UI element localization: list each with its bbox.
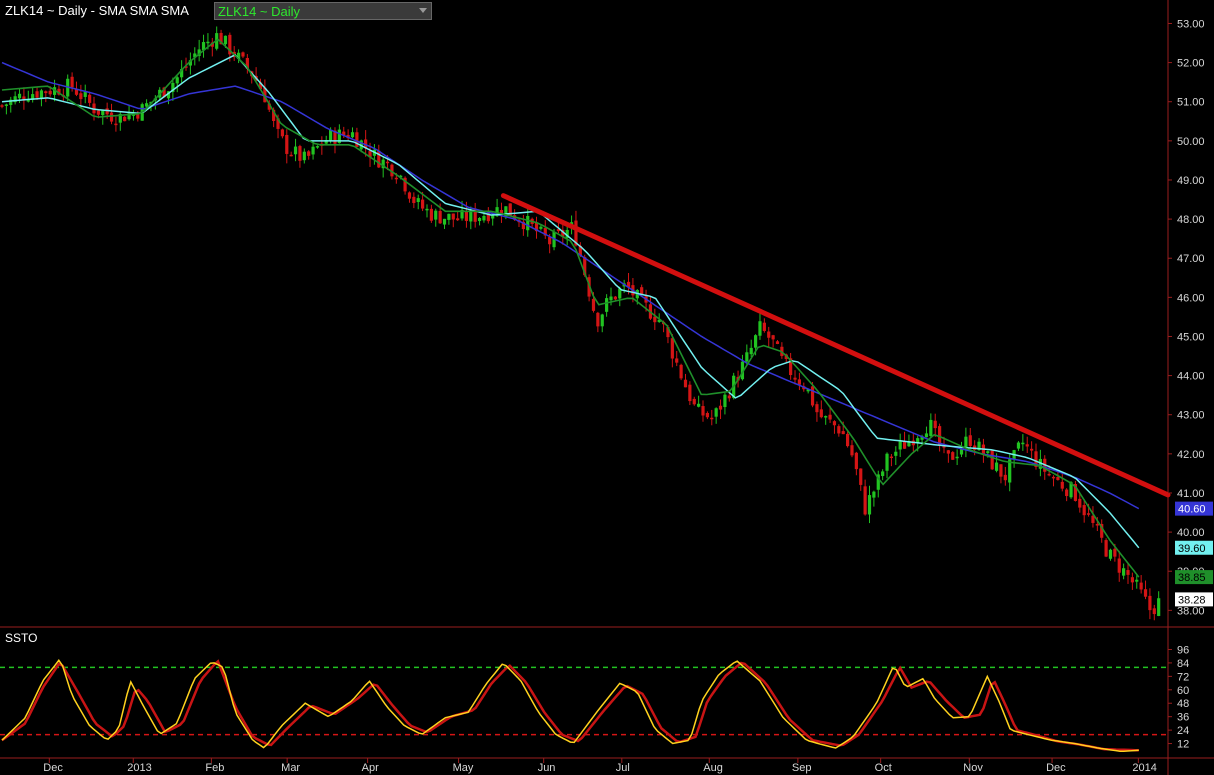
price-tick-label: 38.00	[1177, 605, 1205, 617]
ssto-tick-label: 24	[1177, 725, 1189, 737]
price-marker: 40.60	[1175, 501, 1213, 516]
price-marker-label: 38.85	[1178, 572, 1206, 584]
price-marker-label: 38.28	[1178, 594, 1206, 606]
price-tick-label: 52.00	[1177, 58, 1205, 70]
price-tick-label: 46.00	[1177, 292, 1205, 304]
price-tick-label: 53.00	[1177, 18, 1205, 30]
time-tick-label: Nov	[963, 762, 983, 774]
time-tick-label: Jul	[616, 762, 630, 774]
time-tick-label: 2014	[1132, 762, 1156, 774]
price-tick-label: 47.00	[1177, 253, 1205, 265]
time-tick-label: Dec	[43, 762, 63, 774]
time-tick-label: Sep	[792, 762, 812, 774]
price-tick-label: 48.00	[1177, 214, 1205, 226]
price-marker-label: 40.60	[1178, 504, 1206, 516]
candle	[1073, 480, 1078, 502]
time-tick-label: Feb	[205, 762, 224, 774]
time-tick-label: Oct	[875, 762, 892, 774]
time-tick-label: Jun	[538, 762, 556, 774]
time-tick-label: Mar	[281, 762, 300, 774]
symbol-select-value: ZLK14 ~ Daily	[218, 4, 301, 19]
chart-background	[0, 0, 1214, 775]
ssto-title: SSTO	[5, 631, 38, 645]
price-tick-label: 41.00	[1177, 488, 1205, 500]
ssto-tick-label: 12	[1177, 739, 1189, 751]
ssto-tick-label: 48	[1177, 698, 1189, 710]
candle	[679, 363, 683, 381]
price-marker: 39.60	[1175, 540, 1213, 555]
price-tick-label: 40.00	[1177, 527, 1205, 539]
time-tick-label: May	[453, 762, 474, 774]
price-tick-label: 44.00	[1177, 371, 1205, 383]
ssto-tick-label: 36	[1177, 712, 1189, 724]
candle	[951, 451, 955, 460]
candle	[990, 449, 994, 470]
price-tick-label: 43.00	[1177, 410, 1205, 422]
price-tick-label: 51.00	[1177, 97, 1205, 109]
chevron-down-icon[interactable]	[419, 8, 427, 13]
price-tick-label: 50.00	[1177, 136, 1205, 148]
chart-title: ZLK14 ~ Daily - SMA SMA SMA	[5, 3, 189, 18]
ssto-tick-label: 84	[1177, 658, 1189, 670]
ssto-tick-label: 96	[1177, 644, 1189, 656]
price-chart[interactable]: 53.00 52.00 51.00 50.00 49.00 48.00 47.00 46.00…	[0, 0, 1214, 775]
price-marker-label: 39.60	[1178, 543, 1206, 555]
price-tick-label: 42.00	[1177, 449, 1205, 461]
candle	[1104, 538, 1108, 558]
time-tick-label: Aug	[703, 762, 723, 774]
ssto-tick-label: 60	[1177, 685, 1189, 697]
price-marker: 38.28	[1175, 592, 1213, 607]
candle	[123, 115, 127, 122]
price-tick-label: 45.00	[1177, 331, 1205, 343]
ssto-tick-label: 72	[1177, 671, 1189, 683]
time-tick-label: 2013	[127, 762, 151, 774]
symbol-select[interactable]: ZLK14 ~ Daily	[214, 2, 432, 20]
price-tick-label: 49.00	[1177, 175, 1205, 187]
price-marker: 38.85	[1175, 570, 1213, 585]
time-tick-label: Apr	[362, 762, 379, 774]
time-tick-label: Dec	[1046, 762, 1066, 774]
